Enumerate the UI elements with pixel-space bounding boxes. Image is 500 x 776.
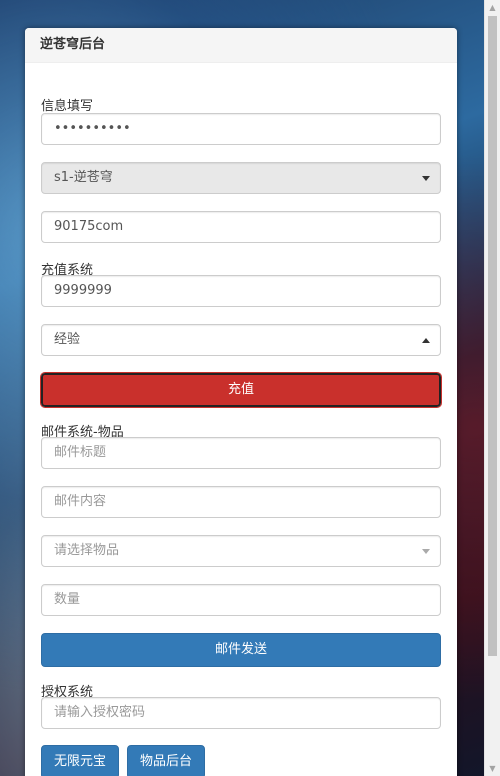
- server-select[interactable]: s1-逆苍穹: [41, 162, 441, 194]
- scroll-down-arrow-icon[interactable]: ▼: [485, 761, 500, 776]
- scrollbar-thumb[interactable]: [488, 16, 497, 656]
- chevron-up-icon: [422, 338, 430, 343]
- quantity-input[interactable]: 数量: [41, 584, 441, 616]
- mail-subject-input[interactable]: 邮件标题: [41, 437, 441, 469]
- server-select-value: s1-逆苍穹: [54, 170, 113, 185]
- admin-panel: 逆苍穹后台 信息填写 •••••••••• s1-逆苍穹 90175com 充值…: [25, 28, 457, 776]
- recharge-button[interactable]: 充值: [40, 372, 442, 408]
- panel-title: 逆苍穹后台: [25, 28, 457, 63]
- auth-password-input[interactable]: 请输入授权密码: [41, 697, 441, 729]
- page-scrollbar[interactable]: ▲ ▼: [484, 0, 500, 776]
- recharge-type-value: 经验: [54, 332, 81, 347]
- recharge-type-select[interactable]: 经验: [41, 324, 441, 356]
- chevron-down-icon: [422, 549, 430, 554]
- item-admin-button[interactable]: 物品后台: [127, 745, 206, 776]
- password-field[interactable]: ••••••••••: [41, 113, 441, 145]
- scroll-up-arrow-icon[interactable]: ▲: [485, 0, 500, 15]
- send-mail-button[interactable]: 邮件发送: [41, 633, 441, 667]
- unlimited-yuanbao-button[interactable]: 无限元宝: [41, 745, 120, 776]
- mail-content-input[interactable]: 邮件内容: [41, 486, 441, 518]
- item-select[interactable]: 请选择物品: [41, 535, 441, 567]
- item-select-placeholder: 请选择物品: [54, 543, 120, 558]
- account-field[interactable]: 90175com: [41, 211, 441, 243]
- chevron-down-icon: [422, 176, 430, 181]
- info-section-label: 信息填写: [41, 99, 94, 114]
- recharge-amount-field[interactable]: 9999999: [41, 275, 441, 307]
